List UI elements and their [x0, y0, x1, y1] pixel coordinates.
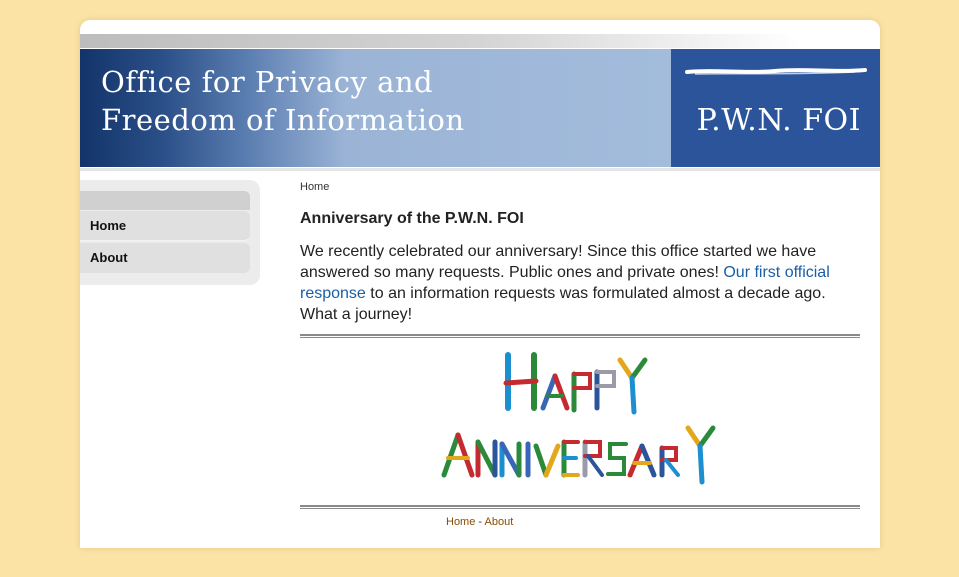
- header-banner: Office for Privacy and Freedom of Inform…: [80, 49, 671, 167]
- brand-logo-text: P.W.N. FOI: [696, 103, 861, 138]
- brand-box: P.W.N. FOI: [671, 49, 880, 167]
- sidebar-item-home[interactable]: Home: [80, 211, 250, 241]
- footer-link-about[interactable]: About: [485, 516, 514, 528]
- breadcrumb[interactable]: Home: [300, 181, 329, 193]
- sidebar-header: [80, 191, 250, 210]
- footer-separator: -: [475, 516, 485, 528]
- page-container: Office for Privacy and Freedom of Inform…: [80, 20, 880, 548]
- article-body: We recently celebrated our anniversary! …: [300, 241, 840, 325]
- content-divider-bottom: [300, 505, 860, 509]
- happy-anniversary-letters: [441, 352, 716, 485]
- site-title: Office for Privacy and Freedom of Inform…: [101, 63, 465, 139]
- footer-nav: Home - About: [446, 516, 513, 528]
- header-divider: [80, 168, 880, 171]
- sidebar-item-about[interactable]: About: [80, 243, 250, 273]
- site-title-line1: Office for Privacy and: [101, 65, 434, 99]
- content-divider-top: [300, 334, 860, 338]
- article-title: Anniversary of the P.W.N. FOI: [300, 210, 524, 227]
- top-gradient-strip: [80, 34, 880, 48]
- happy-anniversary-image: [441, 352, 716, 485]
- footer-link-home[interactable]: Home: [446, 516, 475, 528]
- sidebar-nav: Home About: [80, 180, 260, 285]
- brush-stroke-icon: [685, 68, 867, 75]
- site-title-line2: Freedom of Information: [101, 103, 465, 137]
- article-text-after: to an information requests was formulate…: [300, 285, 826, 323]
